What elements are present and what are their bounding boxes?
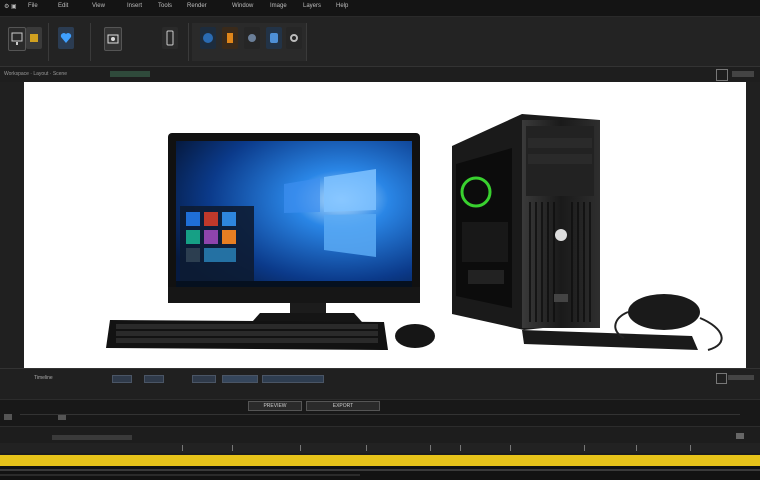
control-panel: PREVIEW EXPORT — [0, 399, 760, 426]
camera-icon[interactable] — [104, 27, 122, 51]
ribbon-toolbar — [0, 17, 760, 67]
tower-logo — [555, 229, 567, 241]
progress-bar — [0, 455, 760, 466]
ribbon-group-media — [92, 23, 189, 61]
heart-icon[interactable] — [58, 27, 74, 49]
left-rail — [0, 82, 24, 368]
mouse — [395, 324, 435, 348]
menu-file[interactable]: File — [28, 3, 38, 9]
canvas-viewport[interactable] — [24, 82, 746, 368]
preview-button[interactable]: PREVIEW — [248, 401, 302, 411]
keyboard-2 — [522, 330, 698, 350]
status-strip: Workspace · Layout · Scene — [0, 67, 760, 83]
ribbon-spacer — [308, 23, 328, 61]
ribbon-group-style — [50, 23, 91, 61]
timeline-panel: Timeline — [0, 368, 760, 399]
menu-insert[interactable]: Insert — [127, 3, 142, 9]
restore-icon[interactable] — [716, 69, 728, 81]
menu-render[interactable]: Render — [187, 3, 207, 9]
status-text: Workspace · Layout · Scene — [4, 71, 67, 77]
timeline-chip-2[interactable] — [144, 375, 164, 383]
menu-icon-gear[interactable]: ⚙ ▣ — [4, 3, 17, 10]
keyboard — [106, 320, 388, 350]
bottom-status-bar — [0, 466, 760, 480]
menu-bar: ⚙ ▣ File Edit View Insert Tools Render W… — [0, 0, 760, 17]
track-panel — [0, 426, 760, 455]
menu-edit[interactable]: Edit — [58, 3, 68, 9]
menu-tools[interactable]: Tools — [158, 3, 172, 9]
bottom-line — [0, 469, 760, 471]
track-lane[interactable] — [0, 443, 760, 453]
menu-image[interactable]: Image — [270, 3, 287, 9]
ribbon-group-display — [4, 23, 49, 61]
timeline-label: Timeline — [34, 375, 53, 381]
control-toggle[interactable] — [4, 414, 12, 420]
light-icon[interactable] — [244, 27, 260, 49]
desktop-computer-image — [106, 114, 723, 351]
phone-icon[interactable] — [162, 27, 178, 49]
settings-icon[interactable] — [286, 27, 302, 49]
panel-toggle-icon[interactable] — [716, 373, 727, 384]
bottom-line-2 — [0, 474, 360, 476]
track-label — [52, 435, 132, 440]
export-button[interactable]: EXPORT — [306, 401, 380, 411]
strip-control[interactable] — [732, 71, 754, 77]
panel-slider[interactable] — [728, 375, 754, 380]
render-icon[interactable] — [222, 27, 238, 49]
menu-help[interactable]: Help — [336, 3, 348, 9]
right-rail — [746, 82, 760, 368]
menu-window[interactable]: Window — [232, 3, 253, 9]
timeline-chip-3[interactable] — [192, 375, 216, 383]
sphere-icon[interactable] — [200, 27, 216, 49]
menu-view[interactable]: View — [92, 3, 105, 9]
ribbon-group-render — [192, 23, 307, 61]
color-swatch-icon[interactable] — [26, 27, 42, 49]
monitor-icon[interactable] — [8, 27, 26, 51]
timeline-chip-1[interactable] — [112, 375, 132, 383]
timeline-chip-5[interactable] — [262, 375, 324, 383]
track-end-icon[interactable] — [736, 433, 744, 439]
timeline-chip-4[interactable] — [222, 375, 258, 383]
menu-layers[interactable]: Layers — [303, 3, 321, 9]
monitor — [168, 133, 420, 322]
divider — [20, 414, 740, 415]
object-icon[interactable] — [266, 27, 282, 49]
mouse-2 — [628, 294, 700, 330]
status-progress — [110, 71, 150, 77]
pc-tower — [452, 114, 600, 330]
